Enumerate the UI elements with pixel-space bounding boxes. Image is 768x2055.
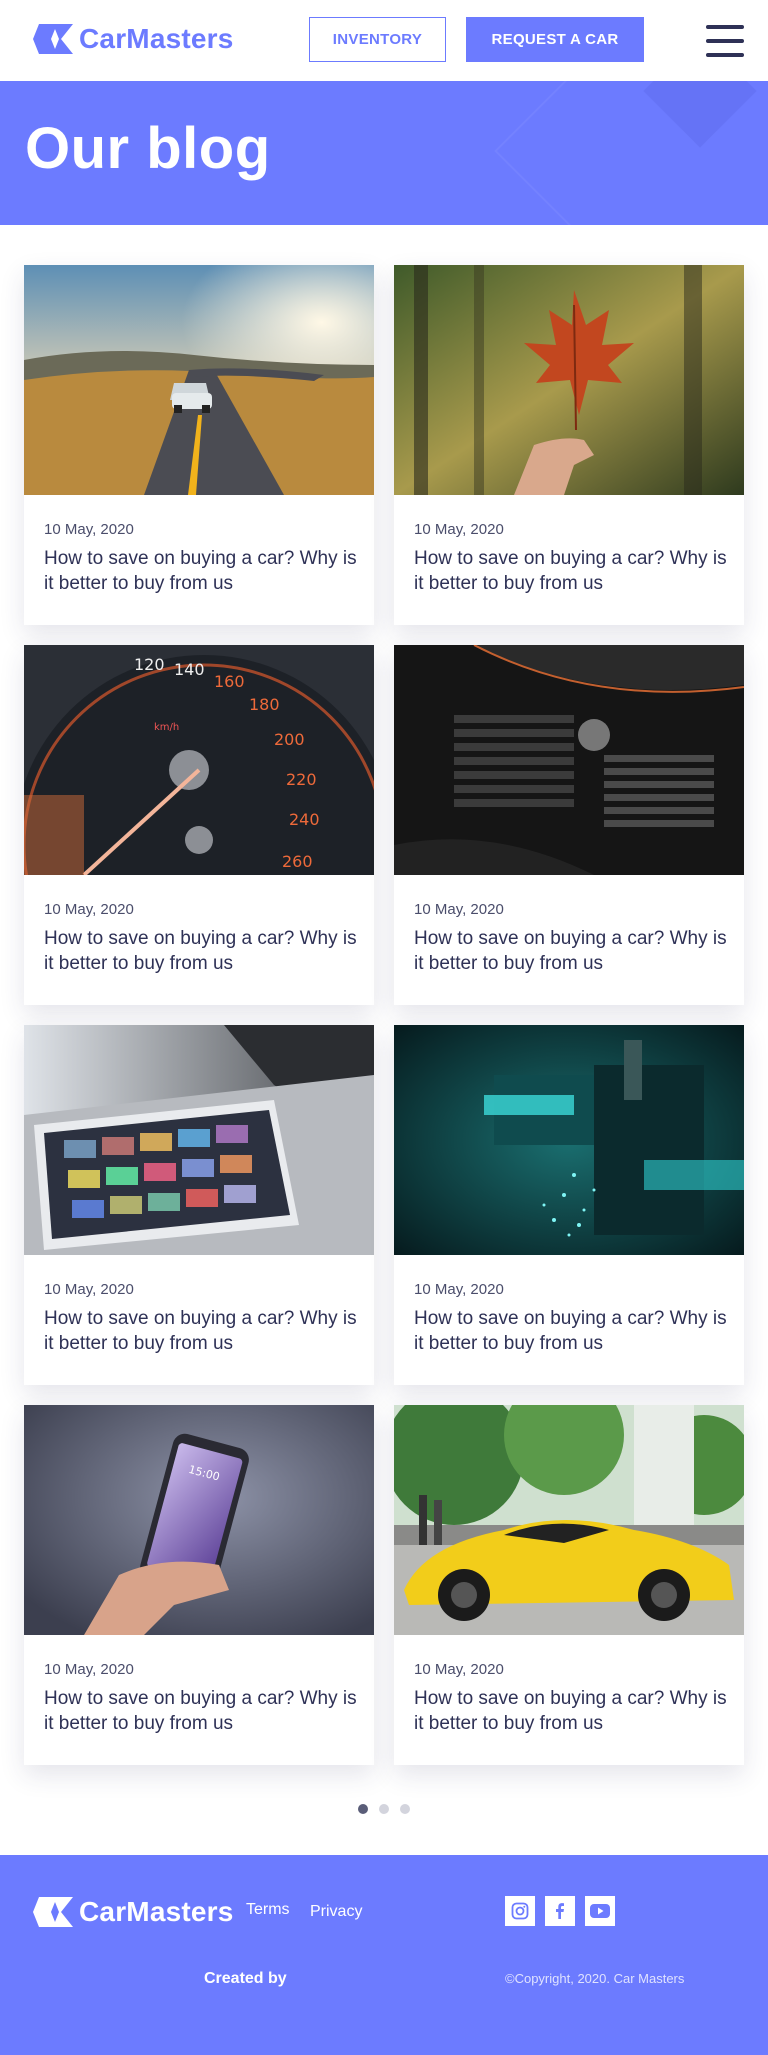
post-image-yellow-car (394, 1405, 744, 1635)
post-title[interactable]: How to save on buying a car? Why is it b… (414, 1306, 734, 1356)
post-image-maple-leaf (394, 265, 744, 495)
post-title[interactable]: How to save on buying a car? Why is it b… (44, 1686, 364, 1736)
pagination (358, 1804, 410, 1814)
svg-text:260: 260 (282, 852, 313, 871)
post-title[interactable]: How to save on buying a car? Why is it b… (44, 1306, 364, 1356)
blog-card[interactable]: 15:00 10 May, 2020 How to save on buying… (24, 1405, 374, 1765)
post-date: 10 May, 2020 (44, 1661, 134, 1678)
svg-text:160: 160 (214, 672, 245, 691)
menu-icon[interactable] (706, 25, 744, 57)
post-title[interactable]: How to save on buying a car? Why is it b… (44, 926, 364, 976)
blog-card[interactable]: 120 140 160 180 200 220 240 260 km/h 10 … (24, 645, 374, 1005)
post-image-tablet-laptop (24, 1025, 374, 1255)
svg-text:240: 240 (289, 810, 320, 829)
blog-card[interactable]: 10 May, 2020 How to save on buying a car… (24, 1025, 374, 1385)
post-date: 10 May, 2020 (414, 1281, 504, 1298)
post-image-speedometer: 120 140 160 180 200 220 240 260 km/h (24, 645, 374, 875)
post-title[interactable]: How to save on buying a car? Why is it b… (414, 546, 734, 596)
post-date: 10 May, 2020 (414, 901, 504, 918)
post-image-motorcycle-engine (394, 645, 744, 875)
footer-logo[interactable]: CarMasters (31, 1895, 234, 1929)
terms-link[interactable]: Terms (246, 1901, 290, 1919)
created-by-text: Created by (204, 1970, 287, 1987)
youtube-icon[interactable] (585, 1896, 615, 1926)
post-image-phone-hand: 15:00 (24, 1405, 374, 1635)
pagination-dot[interactable] (379, 1804, 389, 1814)
post-date: 10 May, 2020 (44, 901, 134, 918)
facebook-icon[interactable] (545, 1896, 575, 1926)
brand-logo[interactable]: CarMasters (31, 22, 234, 56)
post-title[interactable]: How to save on buying a car? Why is it b… (414, 926, 734, 976)
privacy-link[interactable]: Privacy (310, 1903, 362, 1921)
svg-text:220: 220 (286, 770, 317, 789)
pagination-dot[interactable] (400, 1804, 410, 1814)
svg-text:200: 200 (274, 730, 305, 749)
svg-text:180: 180 (249, 695, 280, 714)
post-date: 10 May, 2020 (44, 1281, 134, 1298)
brand-name: CarMasters (79, 23, 234, 54)
svg-text:km/h: km/h (154, 722, 179, 733)
blog-card[interactable]: 10 May, 2020 How to save on buying a car… (394, 1405, 744, 1765)
post-image-car-road (24, 265, 374, 495)
logo-mark-icon (31, 22, 75, 56)
post-title[interactable]: How to save on buying a car? Why is it b… (44, 546, 364, 596)
blog-card[interactable]: 10 May, 2020 How to save on buying a car… (394, 265, 744, 625)
blog-card[interactable]: 10 May, 2020 How to save on buying a car… (394, 645, 744, 1005)
site-header: CarMasters INVENTORY REQUEST A CAR (0, 0, 768, 81)
blog-card[interactable]: 10 May, 2020 How to save on buying a car… (394, 1025, 744, 1385)
site-footer: CarMasters Terms Privacy Created by ©Cop… (0, 1855, 768, 2055)
instagram-icon[interactable] (505, 1896, 535, 1926)
blog-card[interactable]: 10 May, 2020 How to save on buying a car… (24, 265, 374, 625)
brand-name: CarMasters (79, 1896, 234, 1927)
page-hero: Our blog (0, 81, 768, 225)
post-title[interactable]: How to save on buying a car? Why is it b… (414, 1686, 734, 1736)
svg-text:120: 120 (134, 655, 165, 674)
post-date: 10 May, 2020 (414, 521, 504, 538)
post-date: 10 May, 2020 (414, 1661, 504, 1678)
logo-mark-icon (31, 1895, 75, 1929)
copyright-text: ©Copyright, 2020. Car Masters (505, 1971, 685, 1986)
post-image-teal-machine (394, 1025, 744, 1255)
inventory-button[interactable]: INVENTORY (309, 17, 446, 62)
post-date: 10 May, 2020 (44, 521, 134, 538)
page-title: Our blog (25, 116, 271, 181)
svg-text:140: 140 (174, 660, 205, 679)
pagination-dot[interactable] (358, 1804, 368, 1814)
request-car-button[interactable]: REQUEST A CAR (466, 17, 644, 62)
